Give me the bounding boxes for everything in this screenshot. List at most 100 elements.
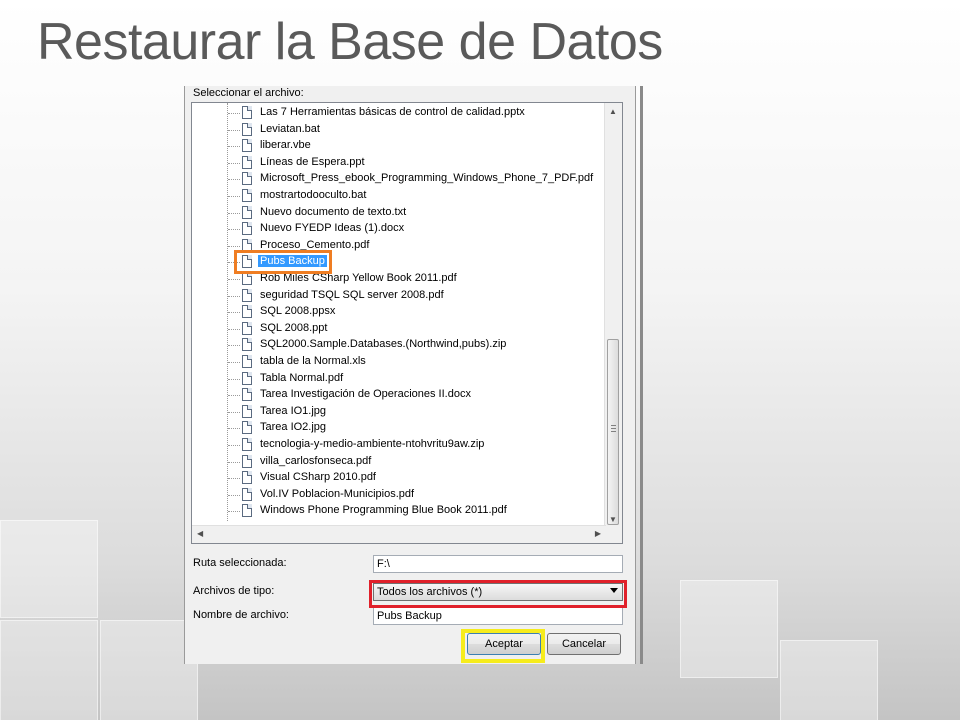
tree-connector: [228, 179, 240, 181]
file-list-item[interactable]: Leviatan.bat: [192, 122, 610, 138]
file-icon: [242, 172, 252, 186]
file-list-item[interactable]: tecnologia-y-medio-ambiente-ntohvritu9aw…: [192, 437, 610, 453]
file-icon: [242, 222, 252, 236]
tree-connector: [228, 212, 240, 214]
cancel-button[interactable]: Cancelar: [547, 633, 621, 655]
select-file-label: Seleccionar el archivo:: [193, 87, 304, 99]
file-name: Nuevo FYEDP Ideas (1).docx: [260, 222, 405, 235]
file-icon: [242, 139, 252, 153]
slide-title: Restaurar la Base de Datos: [37, 13, 663, 71]
selected-path-field[interactable]: F:\: [373, 555, 623, 573]
horizontal-scrollbar[interactable]: ◀ ▶: [192, 525, 606, 543]
file-name: Tarea IO1.jpg: [260, 404, 327, 417]
file-name: Nuevo documento de texto.txt: [260, 205, 407, 218]
file-list-item[interactable]: Windows Phone Programming Blue Book 2011…: [192, 503, 610, 519]
file-tree[interactable]: Las 7 Herramientas básicas de control de…: [191, 102, 623, 544]
file-list-item[interactable]: SQL2000.Sample.Databases.(Northwind,pubs…: [192, 337, 610, 353]
file-list-item[interactable]: Nuevo FYEDP Ideas (1).docx: [192, 221, 610, 237]
file-name: SQL 2008.ppsx: [260, 305, 336, 318]
file-list-item[interactable]: tabla de la Normal.xls: [192, 354, 610, 370]
file-name: mostrartodooculto.bat: [260, 189, 367, 201]
file-name: tecnologia-y-medio-ambiente-ntohvritu9aw…: [260, 438, 485, 450]
dialog-edge: [640, 86, 643, 664]
file-name: SQL 2008.ppt: [260, 321, 328, 334]
file-list-item[interactable]: Nuevo documento de texto.txt: [192, 205, 610, 221]
file-icon: [242, 388, 252, 402]
file-name: liberar.vbe: [260, 139, 311, 152]
file-name: Leviatan.bat: [260, 122, 320, 135]
tree-connector: [228, 345, 240, 347]
tree-connector: [228, 113, 240, 114]
file-icon: [242, 106, 252, 119]
file-name: Tabla Normal.pdf: [260, 371, 344, 384]
file-name: Tarea IO2.jpg: [260, 421, 327, 434]
file-list-item[interactable]: SQL 2008.ppt: [192, 321, 610, 337]
file-name: villa_carlosfonseca.pdf: [260, 454, 372, 467]
file-list-item[interactable]: Tarea IO1.jpg: [192, 404, 610, 420]
file-name: Visual CSharp 2010.pdf: [260, 471, 376, 484]
scroll-up-arrow-icon[interactable]: ▲: [609, 107, 617, 116]
file-icon: [242, 504, 252, 518]
highlight-selected-file: [234, 250, 332, 274]
tree-connector: [228, 295, 240, 297]
background-tile: [680, 580, 778, 678]
file-list-item[interactable]: mostrartodooculto.bat: [192, 188, 610, 204]
vertical-scrollbar[interactable]: ▲ ▼: [604, 103, 622, 527]
tree-connector: [228, 312, 240, 314]
file-list-item[interactable]: Visual CSharp 2010.pdf: [192, 470, 610, 486]
file-name: seguridad TSQL SQL server 2008.pdf: [260, 288, 444, 301]
tree-connector: [228, 411, 240, 413]
file-list-item[interactable]: Líneas de Espera.ppt: [192, 155, 610, 171]
file-list-item[interactable]: Tabla Normal.pdf: [192, 371, 610, 387]
tree-connector: [228, 378, 240, 380]
file-list-item[interactable]: Las 7 Herramientas básicas de control de…: [192, 105, 610, 121]
file-icon: [242, 471, 252, 485]
scroll-grip-line: [611, 431, 616, 432]
scroll-down-arrow-icon[interactable]: ▼: [609, 515, 617, 524]
tree-connector: [228, 229, 240, 231]
file-name-field[interactable]: Pubs Backup: [373, 607, 623, 625]
scroll-left-arrow-icon[interactable]: ◀: [197, 529, 203, 538]
file-name: Tarea Investigación de Operaciones II.do…: [260, 388, 471, 401]
tree-connector: [228, 279, 240, 280]
file-name: SQL2000.Sample.Databases.(Northwind,pubs…: [260, 338, 507, 351]
file-icon: [242, 189, 252, 202]
tree-connector: [228, 478, 240, 480]
file-icon: [242, 305, 252, 319]
tree-connector: [228, 461, 240, 463]
file-list-item[interactable]: liberar.vbe: [192, 138, 610, 154]
tree-connector: [228, 362, 240, 363]
file-list-item[interactable]: Tarea Investigación de Operaciones II.do…: [192, 387, 610, 403]
tree-connector: [228, 129, 240, 131]
file-list-item[interactable]: Tarea IO2.jpg: [192, 420, 610, 436]
file-name: Windows Phone Programming Blue Book 2011…: [260, 504, 507, 517]
tree-connector: [228, 511, 240, 513]
file-icon: [242, 155, 252, 169]
tree-connector: [228, 162, 240, 164]
tree-connector: [228, 146, 240, 148]
file-type-label: Archivos de tipo:: [193, 585, 275, 597]
file-icon: [242, 122, 252, 136]
file-list-item[interactable]: Vol.IV Poblacion-Municipios.pdf: [192, 487, 610, 503]
vertical-scroll-thumb[interactable]: [607, 339, 619, 525]
file-icon: [242, 454, 252, 468]
file-list-item[interactable]: villa_carlosfonseca.pdf: [192, 454, 610, 470]
scroll-grip-line: [611, 425, 616, 426]
scrollbar-corner: [605, 526, 622, 543]
file-name: tabla de la Normal.xls: [260, 355, 366, 367]
background-tile: [0, 520, 98, 618]
background-tile: [0, 620, 98, 722]
file-icon: [242, 338, 252, 352]
file-list-item[interactable]: seguridad TSQL SQL server 2008.pdf: [192, 288, 610, 304]
file-name: Las 7 Herramientas básicas de control de…: [260, 106, 525, 118]
file-list-item[interactable]: SQL 2008.ppsx: [192, 304, 610, 320]
file-name: Microsoft_Press_ebook_Programming_Window…: [260, 172, 594, 185]
scroll-right-arrow-icon[interactable]: ▶: [595, 529, 601, 538]
file-icon: [242, 421, 252, 435]
file-name: Vol.IV Poblacion-Municipios.pdf: [260, 487, 415, 500]
tree-connector: [228, 328, 240, 330]
tree-connector: [228, 445, 240, 446]
file-list-item[interactable]: Microsoft_Press_ebook_Programming_Window…: [192, 171, 610, 187]
file-icon: [242, 205, 252, 219]
file-name-label: Nombre de archivo:: [193, 609, 289, 621]
